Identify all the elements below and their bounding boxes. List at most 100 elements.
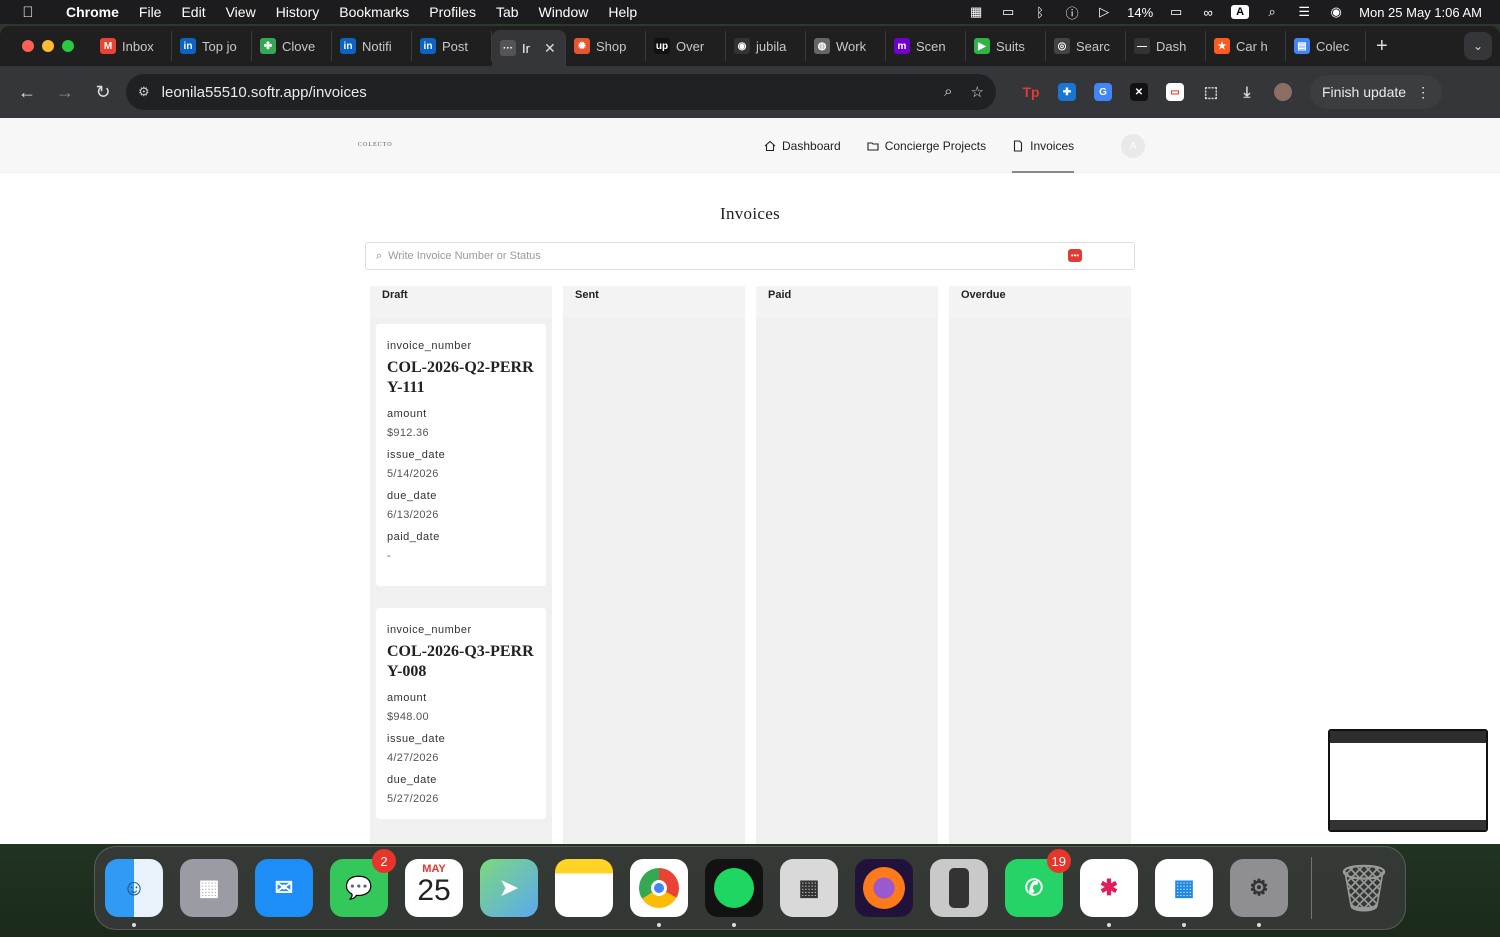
calendar-icon[interactable]: MAY 25: [405, 859, 463, 917]
zoom-icon[interactable]: ⌕: [944, 83, 952, 101]
new-tab-button[interactable]: +: [1366, 35, 1398, 58]
tab-strip: M Inbox in Top jo ✤ Clove in Notifi in Post ··· Ir ✕…: [0, 26, 1500, 66]
finder-icon[interactable]: ☺: [105, 859, 163, 927]
extensions-icon[interactable]: ⬚: [1202, 83, 1220, 101]
browser-tab[interactable]: in Top jo: [172, 31, 252, 61]
input-source-icon[interactable]: A: [1231, 5, 1250, 19]
bookmark-star-icon[interactable]: ☆: [971, 83, 984, 101]
user-avatar[interactable]: A: [1121, 134, 1145, 158]
pdf-extension-icon[interactable]: ▭: [1166, 83, 1184, 101]
siri-icon[interactable]: ◉: [1327, 4, 1345, 19]
invoice-card[interactable]: invoice_number COL-2026-Q3-PERRY-008 amo…: [376, 608, 546, 819]
due-date-value: 5/27/2026: [387, 793, 439, 805]
profile-avatar-icon[interactable]: [1274, 83, 1292, 101]
nav-invoices[interactable]: Invoices: [1012, 118, 1075, 173]
system-settings-icon[interactable]: ⚙: [1230, 859, 1288, 927]
address-bar[interactable]: ⚙ leonila55510.softr.app/invoices ⌕ ☆: [126, 74, 996, 110]
bluetooth-icon[interactable]: ᛒ: [1031, 5, 1049, 20]
menu-history[interactable]: History: [266, 4, 330, 20]
link-icon[interactable]: ∞: [1199, 5, 1217, 20]
column-overdue: Overdue: [949, 286, 1131, 844]
nav-dashboard[interactable]: Dashboard: [764, 118, 841, 173]
tab-label: Clove: [282, 38, 316, 54]
windows-app-icon[interactable]: ▦: [1155, 859, 1213, 927]
due-date-label: due_date: [387, 774, 437, 786]
browser-tab[interactable]: ◉ jubila: [726, 31, 806, 61]
site-info-icon[interactable]: ⚙: [138, 84, 150, 100]
menu-help[interactable]: Help: [598, 4, 647, 20]
nav-concierge-projects[interactable]: Concierge Projects: [867, 118, 986, 173]
mail-icon[interactable]: ✉: [255, 859, 313, 917]
browser-tab[interactable]: m Scen: [886, 31, 966, 61]
browser-tab[interactable]: ✤ Clove: [252, 31, 332, 61]
tab-label: Inbox: [122, 38, 154, 54]
menu-file[interactable]: File: [129, 4, 172, 20]
finish-update-button[interactable]: Finish update ⋮: [1310, 75, 1443, 109]
browser-tab[interactable]: ▤ Colec: [1286, 31, 1366, 61]
slack-icon[interactable]: ✱: [1080, 859, 1138, 927]
invoice-search-input[interactable]: ⌕ Write Invoice Number or Status •••: [365, 242, 1135, 270]
apple-menu-icon[interactable]: : [0, 4, 56, 21]
browser-tab[interactable]: M Inbox: [92, 31, 172, 61]
menu-profiles[interactable]: Profiles: [419, 4, 486, 20]
control-center-icon[interactable]: ☰: [1295, 4, 1313, 19]
display-icon[interactable]: ▭: [999, 4, 1017, 19]
browser-tab[interactable]: in Post: [412, 31, 492, 61]
spotify-icon[interactable]: [705, 859, 763, 927]
play-icon[interactable]: ▷: [1095, 4, 1113, 19]
browser-tab[interactable]: ◍ Work: [806, 31, 886, 61]
browser-tab[interactable]: — Dash: [1126, 31, 1206, 61]
notes-icon[interactable]: [555, 859, 613, 917]
invoice-card[interactable]: invoice_number COL-2026-Q2-PERRY-111 amo…: [376, 324, 546, 586]
spotlight-search-icon[interactable]: ⌕: [1263, 4, 1281, 19]
tab-label: Car h: [1236, 38, 1268, 54]
close-window-button[interactable]: [22, 40, 34, 52]
translate-extension-icon[interactable]: G: [1094, 83, 1112, 101]
browser-tab[interactable]: ··· Ir ✕: [492, 30, 566, 66]
tabs-list: M Inbox in Top jo ✤ Clove in Notifi in Post ··· Ir ✕…: [92, 26, 1366, 66]
trash-icon[interactable]: 🗑: [1335, 859, 1393, 917]
chrome-icon[interactable]: [630, 859, 688, 927]
launchpad-icon[interactable]: ▦: [180, 859, 238, 917]
browser-tab[interactable]: in Notifi: [332, 31, 412, 61]
reload-button[interactable]: ↻: [88, 77, 118, 107]
iphone-mirroring-icon[interactable]: [930, 859, 988, 917]
browser-tab[interactable]: ▶ Suits: [966, 31, 1046, 61]
chat-extension-icon[interactable]: •••: [1068, 249, 1082, 262]
back-button[interactable]: ←: [12, 77, 42, 107]
forward-button[interactable]: →: [50, 77, 80, 107]
browser-tab[interactable]: up Over: [646, 31, 726, 61]
tp-extension-icon[interactable]: Tp: [1022, 83, 1040, 101]
window-grid-icon[interactable]: ▦: [967, 4, 985, 19]
minimize-window-button[interactable]: [42, 40, 54, 52]
more-menu-icon[interactable]: ⋮: [1416, 84, 1430, 101]
puzzle-extension-icon[interactable]: ✚: [1058, 83, 1076, 101]
browser-tab[interactable]: ◎ Searc: [1046, 31, 1126, 61]
amount-label: amount: [387, 408, 427, 420]
menu-bookmarks[interactable]: Bookmarks: [329, 4, 419, 20]
battery-icon[interactable]: ▭: [1167, 4, 1185, 19]
zoom-window-button[interactable]: [62, 40, 74, 52]
firefox-icon[interactable]: [855, 859, 913, 917]
browser-tab[interactable]: ✹ Shop: [566, 31, 646, 61]
calculator-icon[interactable]: ▦: [780, 859, 838, 917]
tab-label: Suits: [996, 38, 1025, 54]
messages-icon[interactable]: 💬 2: [330, 849, 396, 917]
x-extension-icon[interactable]: ✕: [1130, 83, 1148, 101]
url-text[interactable]: leonila55510.softr.app/invoices: [162, 84, 367, 101]
menu-edit[interactable]: Edit: [171, 4, 215, 20]
menu-view[interactable]: View: [216, 4, 266, 20]
accessibility-icon[interactable]: ⓘ: [1063, 5, 1081, 21]
menu-tab[interactable]: Tab: [486, 4, 529, 20]
browser-tab[interactable]: ★ Car h: [1206, 31, 1286, 61]
maps-icon[interactable]: ➤: [480, 859, 538, 917]
whatsapp-icon[interactable]: ✆ 19: [1005, 849, 1071, 917]
close-tab-icon[interactable]: ✕: [544, 40, 556, 57]
menu-window[interactable]: Window: [529, 4, 599, 20]
menubar-clock[interactable]: Mon 25 May 1:06 AM: [1359, 5, 1482, 20]
screenshot-thumbnail[interactable]: [1328, 729, 1488, 832]
tab-search-button[interactable]: ⌄: [1464, 32, 1492, 60]
site-logo[interactable]: COLECTO: [358, 142, 393, 148]
download-icon[interactable]: ⤓: [1238, 83, 1256, 101]
menu-app-name[interactable]: Chrome: [56, 4, 129, 20]
